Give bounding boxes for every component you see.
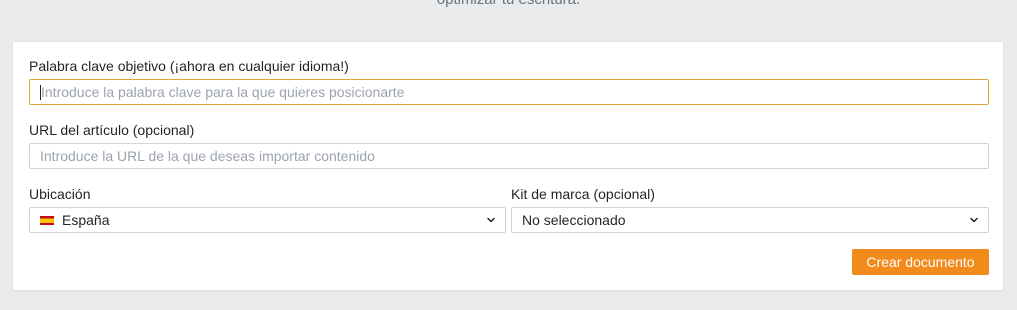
- location-select[interactable]: España: [29, 207, 506, 233]
- brand-kit-select[interactable]: No seleccionado: [511, 207, 989, 233]
- text-caret: [40, 85, 41, 100]
- chevron-down-icon: [487, 217, 495, 223]
- brand-kit-label: Kit de marca (opcional): [511, 186, 655, 202]
- url-label: URL del artículo (opcional): [29, 122, 195, 138]
- brand-kit-selected: No seleccionado: [522, 212, 626, 228]
- keyword-placeholder: Introduce la palabra clave para la que q…: [41, 84, 405, 100]
- url-placeholder: Introduce la URL de la que deseas import…: [40, 148, 375, 164]
- location-selected: España: [62, 212, 110, 228]
- keyword-label: Palabra clave objetivo (¡ahora en cualqu…: [29, 58, 349, 74]
- location-label: Ubicación: [29, 186, 91, 202]
- header-partial-text: optimizar tu escritura.: [0, 0, 1017, 8]
- spain-flag-icon: [40, 216, 54, 225]
- create-document-form: Palabra clave objetivo (¡ahora en cualqu…: [12, 41, 1004, 291]
- url-input[interactable]: Introduce la URL de la que deseas import…: [29, 143, 989, 169]
- create-document-button[interactable]: Crear documento: [852, 249, 989, 275]
- chevron-down-icon: [970, 217, 978, 223]
- keyword-input[interactable]: Introduce la palabra clave para la que q…: [29, 79, 989, 105]
